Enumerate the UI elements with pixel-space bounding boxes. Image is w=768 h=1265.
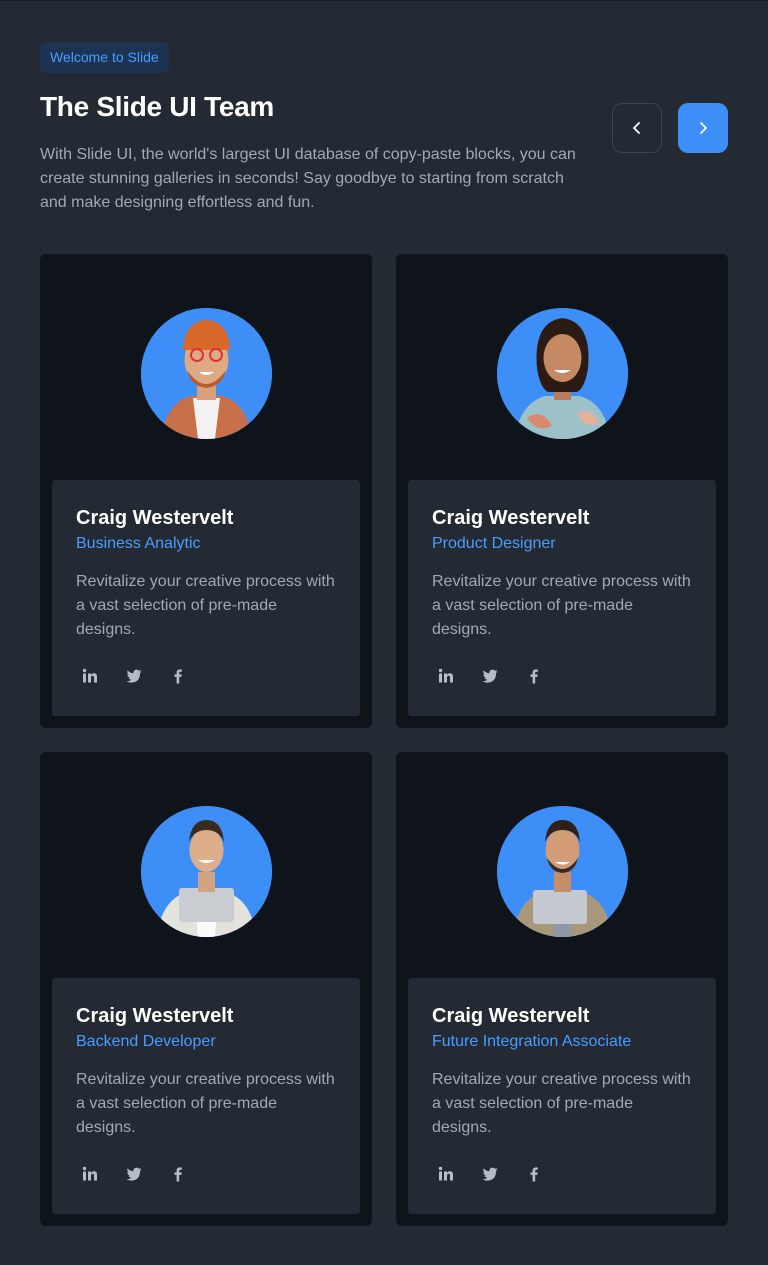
member-info: Craig Westervelt Backend Developer Revit… xyxy=(52,978,360,1214)
member-role: Backend Developer xyxy=(76,1033,216,1050)
chevron-left-icon xyxy=(633,122,640,134)
twitter-icon xyxy=(126,669,142,683)
member-bio: Revitalize your creative process with a … xyxy=(76,1071,335,1136)
twitter-icon xyxy=(482,1167,498,1181)
next-button[interactable] xyxy=(678,103,728,153)
section-subtitle: With Slide UI, the world's largest UI da… xyxy=(40,146,576,211)
twitter-link[interactable] xyxy=(120,664,164,688)
member-name: Craig Westervelt xyxy=(76,1005,234,1027)
social-links xyxy=(432,664,564,688)
team-card: Craig Westervelt Business Analytic Revit… xyxy=(40,254,372,728)
twitter-icon xyxy=(482,669,498,683)
linkedin-icon xyxy=(82,1166,97,1181)
team-card: Craig Westervelt Product Designer Revita… xyxy=(396,254,728,728)
linkedin-icon xyxy=(438,1166,453,1181)
member-bio: Revitalize your creative process with a … xyxy=(432,573,691,638)
member-info: Craig Westervelt Business Analytic Revit… xyxy=(52,480,360,716)
member-name: Craig Westervelt xyxy=(76,507,234,529)
team-card: Craig Westervelt Backend Developer Revit… xyxy=(40,752,372,1226)
twitter-link[interactable] xyxy=(476,664,520,688)
social-links xyxy=(432,1162,564,1186)
facebook-icon xyxy=(174,1167,182,1182)
linkedin-link[interactable] xyxy=(76,664,120,688)
avatar xyxy=(497,792,628,937)
member-role: Product Designer xyxy=(432,535,556,552)
facebook-icon xyxy=(174,669,182,684)
facebook-link[interactable] xyxy=(520,664,564,688)
member-info: Craig Westervelt Future Integration Asso… xyxy=(408,978,716,1214)
twitter-link[interactable] xyxy=(120,1162,164,1186)
member-role: Future Integration Associate xyxy=(432,1033,632,1050)
chevron-right-icon xyxy=(700,122,707,134)
twitter-link[interactable] xyxy=(476,1162,520,1186)
welcome-badge: Welcome to Slide xyxy=(40,42,169,73)
facebook-icon xyxy=(530,669,538,684)
member-name: Craig Westervelt xyxy=(432,1005,590,1027)
section-title: The Slide UI Team xyxy=(40,91,274,122)
social-links xyxy=(76,1162,208,1186)
facebook-icon xyxy=(530,1167,538,1182)
linkedin-icon xyxy=(438,668,453,683)
linkedin-icon xyxy=(82,668,97,683)
member-bio: Revitalize your creative process with a … xyxy=(76,573,335,638)
member-role: Business Analytic xyxy=(76,535,201,552)
team-card: Craig Westervelt Future Integration Asso… xyxy=(396,752,728,1226)
facebook-link[interactable] xyxy=(164,1162,208,1186)
facebook-link[interactable] xyxy=(520,1162,564,1186)
avatar xyxy=(141,792,272,937)
team-section: Welcome to Slide The Slide UI Team With … xyxy=(0,0,768,1265)
linkedin-link[interactable] xyxy=(432,1162,476,1186)
member-bio: Revitalize your creative process with a … xyxy=(432,1071,691,1136)
member-info: Craig Westervelt Product Designer Revita… xyxy=(408,480,716,716)
linkedin-link[interactable] xyxy=(76,1162,120,1186)
member-name: Craig Westervelt xyxy=(432,507,590,529)
twitter-icon xyxy=(126,1167,142,1181)
avatar xyxy=(497,294,628,439)
facebook-link[interactable] xyxy=(164,664,208,688)
previous-button[interactable] xyxy=(612,103,662,153)
linkedin-link[interactable] xyxy=(432,664,476,688)
social-links xyxy=(76,664,208,688)
avatar xyxy=(141,294,272,439)
